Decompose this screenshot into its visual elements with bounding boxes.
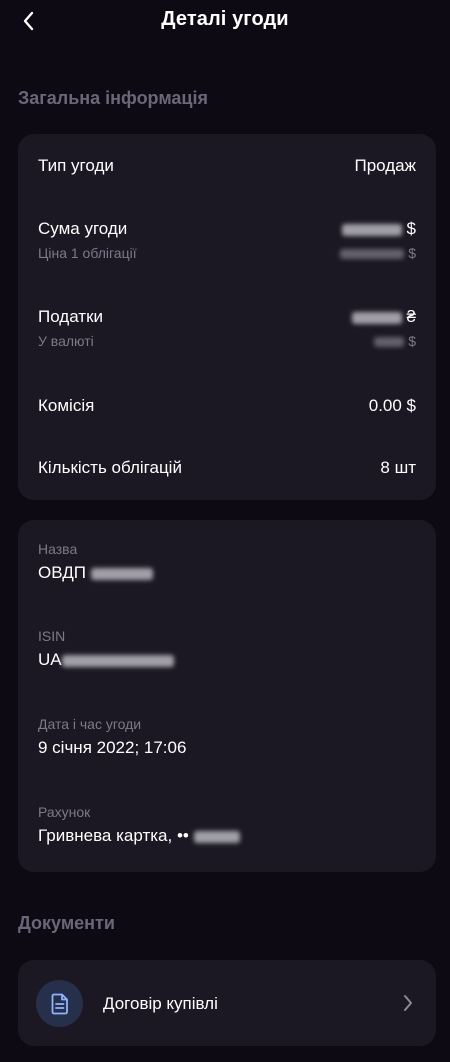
- deal-type-row: Тип угоди Продаж: [38, 156, 416, 182]
- isin-block: ISIN UA: [38, 628, 416, 670]
- bond-name-block: Назва ОВДП: [38, 541, 416, 583]
- header: Деталі угоди: [0, 0, 450, 44]
- account-label: Рахунок: [38, 804, 91, 820]
- chevron-right-icon: [404, 995, 412, 1011]
- redacted-price: [340, 249, 405, 260]
- in-currency-currency: $: [408, 333, 416, 349]
- redacted-isin: [61, 654, 174, 667]
- bond-name-value: ОВДП: [38, 563, 416, 583]
- account-value: Гривнева картка, ••: [38, 826, 416, 846]
- in-currency-label: У валюті: [38, 333, 94, 349]
- contract-document-item[interactable]: Договір купівлі: [18, 960, 436, 1046]
- isin-label: ISIN: [38, 628, 66, 644]
- document-icon: [51, 993, 68, 1014]
- bond-price-label: Ціна 1 облігації: [38, 245, 137, 261]
- contract-document-label: Договір купівлі: [103, 994, 218, 1013]
- redacted-in-currency: [374, 337, 405, 348]
- redacted-account: [193, 830, 240, 843]
- deal-amount-row: Сума угоди $ Ціна 1 облігації $: [38, 219, 416, 269]
- bonds-count-label: Кількість облігацій: [38, 458, 182, 477]
- in-currency-value: $: [374, 333, 416, 349]
- page-title: Деталі угоди: [161, 8, 289, 30]
- section-title-general: Загальна інформація: [18, 88, 208, 108]
- isin-prefix: UA: [38, 650, 62, 669]
- account-block: Рахунок Гривнева картка, ••: [38, 804, 416, 846]
- bond-price-currency: $: [408, 245, 416, 261]
- taxes-row: Податки ₴ У валюті $: [38, 307, 416, 357]
- redacted-taxes: [351, 311, 402, 324]
- deal-details-screen: Деталі угоди Загальна інформація Тип уго…: [0, 0, 450, 1062]
- account-prefix: Гривнева картка, ••: [38, 826, 189, 845]
- deal-amount-label: Сума угоди: [38, 219, 128, 238]
- deal-type-label: Тип угоди: [38, 156, 114, 175]
- deal-datetime-label: Дата і час угоди: [38, 716, 142, 732]
- deal-type-value: Продаж: [354, 156, 416, 175]
- isin-value: UA: [38, 650, 416, 670]
- redacted-amount: [341, 223, 402, 236]
- taxes-label: Податки: [38, 307, 104, 326]
- commission-label: Комісія: [38, 396, 95, 415]
- bond-price-value: $: [340, 245, 416, 261]
- deal-datetime-value: 9 січня 2022; 17:06: [38, 738, 187, 757]
- bonds-count-row: Кількість облігацій 8 шт: [38, 458, 416, 484]
- commission-row: Комісія 0.00 $: [38, 396, 416, 422]
- redacted-bond-name: [90, 567, 153, 580]
- deal-datetime-block: Дата і час угоди 9 січня 2022; 17:06: [38, 716, 416, 758]
- general-info-card: Тип угоди Продаж Сума угоди $ Ціна 1 обл…: [18, 134, 436, 500]
- document-icon-badge: [36, 980, 83, 1027]
- section-title-documents: Документи: [18, 913, 115, 933]
- bond-name-prefix: ОВДП: [38, 563, 86, 582]
- bond-details-card: Назва ОВДП ISIN UA Дата і час угоди 9 сі…: [18, 520, 436, 872]
- bonds-count-value: 8 шт: [380, 458, 416, 477]
- deal-amount-currency: $: [406, 219, 416, 238]
- bond-name-label: Назва: [38, 541, 78, 557]
- taxes-currency: ₴: [406, 307, 416, 326]
- commission-value: 0.00 $: [368, 396, 416, 415]
- deal-amount-value: $: [341, 219, 416, 239]
- taxes-value: ₴: [351, 307, 416, 327]
